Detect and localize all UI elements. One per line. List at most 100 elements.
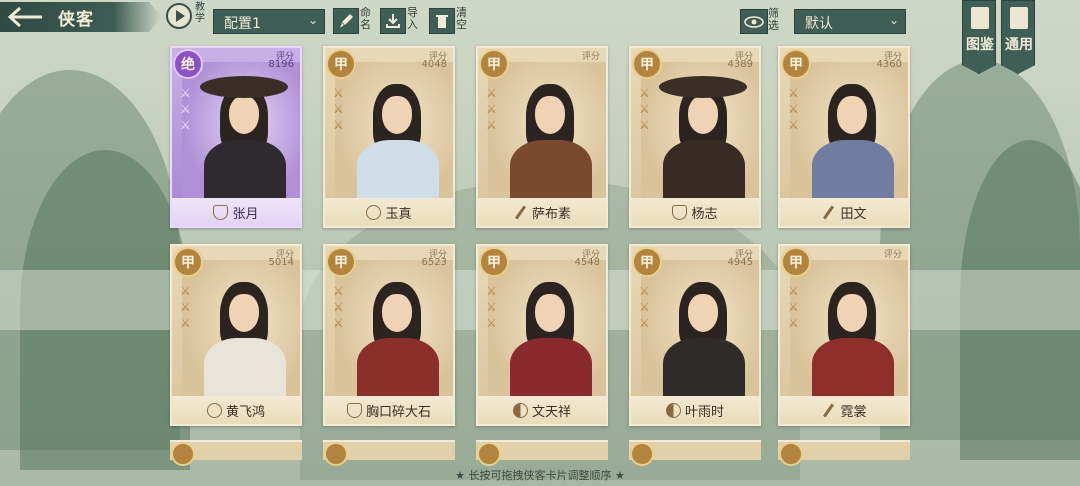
hero-name: 杨志 — [691, 206, 718, 222]
hero-card[interactable]: 甲 ⚔ ⚔ ⚔ 评分 霓裳 — [778, 244, 910, 426]
card-peek[interactable] — [323, 440, 455, 466]
rank-sword-icon: ⚔ — [180, 316, 191, 330]
tutorial-play-button[interactable] — [166, 3, 192, 29]
chevron-down-icon: ⌄ — [307, 13, 318, 27]
hero-card[interactable]: 甲 ⚔ ⚔ ⚔ 评分 4048 玉真 — [323, 46, 455, 228]
rank-sword-icon: ⚔ — [639, 102, 650, 116]
score-value: 4548 — [574, 257, 600, 268]
name-plate: 玉真 — [325, 198, 453, 226]
rank-sword-icon: ⚔ — [639, 118, 650, 132]
hero-name: 张月 — [232, 206, 259, 222]
shield-icon — [672, 204, 688, 220]
hero-name: 胸口碎大石 — [365, 404, 431, 420]
card-peek[interactable] — [629, 440, 761, 466]
card-peek[interactable] — [476, 440, 608, 466]
lotus-icon — [206, 402, 222, 418]
hero-name: 文天祥 — [531, 404, 571, 420]
filter-label: 筛选 — [768, 7, 779, 32]
grade-badge: 甲 — [479, 49, 509, 79]
hero-name: 玉真 — [385, 206, 412, 222]
hero-card[interactable]: 甲 ⚔ ⚔ ⚔ 评分 萨布素 — [476, 46, 608, 228]
portrait-robe — [510, 140, 592, 204]
rank-sword-icon: ⚔ — [486, 316, 497, 330]
score-value: 4389 — [727, 59, 753, 70]
hero-card[interactable]: 甲 ⚔ ⚔ ⚔ 评分 4360 田文 — [778, 46, 910, 228]
hero-portrait — [641, 62, 759, 204]
portrait-robe — [812, 338, 894, 402]
rank-sword-icon: ⚔ — [180, 284, 191, 298]
hero-portrait — [488, 62, 606, 204]
portrait-face — [688, 294, 718, 332]
rename-button[interactable] — [333, 8, 359, 34]
hero-card[interactable]: 甲 ⚔ ⚔ ⚔ 评分 5014 黄飞鸿 — [170, 244, 302, 426]
portrait-face — [535, 294, 565, 332]
grade-badge — [630, 442, 654, 466]
name-plate: 黄飞鸿 — [172, 396, 300, 424]
filter-button[interactable] — [740, 9, 768, 34]
grade-badge: 甲 — [781, 247, 811, 277]
hero-name: 霓裳 — [840, 404, 867, 420]
portrait-face — [535, 96, 565, 134]
back-button[interactable] — [6, 5, 46, 29]
rank-sword-icon: ⚔ — [333, 102, 344, 116]
yinyang-icon — [512, 402, 528, 418]
portrait-face — [688, 96, 718, 134]
portrait-hat — [659, 76, 747, 98]
grade-badge: 甲 — [479, 247, 509, 277]
card-peek[interactable] — [170, 440, 302, 466]
portrait-robe — [812, 140, 894, 204]
portrait-robe — [663, 140, 745, 204]
rank-sword-icon: ⚔ — [639, 316, 650, 330]
portrait-face — [837, 96, 867, 134]
grade-badge — [779, 442, 803, 466]
score-value: 8196 — [268, 59, 294, 70]
rank-sword-icon: ⚔ — [788, 284, 799, 298]
grade-badge: 甲 — [781, 49, 811, 79]
hero-card[interactable]: 甲 ⚔ ⚔ ⚔ 评分 4548 文天祥 — [476, 244, 608, 426]
hero-card[interactable]: 甲 ⚔ ⚔ ⚔ 评分 4389 杨志 — [629, 46, 761, 228]
rank-sword-icon: ⚔ — [639, 284, 650, 298]
rank-sword-icon: ⚔ — [486, 102, 497, 116]
rank-sword-icon: ⚔ — [180, 300, 191, 314]
hero-name: 田文 — [840, 206, 867, 222]
rank-sword-icon: ⚔ — [639, 86, 650, 100]
hero-portrait — [790, 62, 908, 204]
rank-icons: ⚔ ⚔ ⚔ — [784, 282, 804, 330]
config-dropdown[interactable]: 配置1 ⌄ — [213, 9, 325, 34]
import-button[interactable] — [380, 8, 406, 34]
hero-name: 叶雨时 — [684, 404, 724, 420]
top-bar: 侠客 教学 配置1 ⌄ 命名 导入 清空 筛选 默认 ⌄ 图鉴 通用 — [0, 0, 1080, 74]
tab-codex[interactable]: 图鉴 — [962, 0, 996, 74]
score-value: 6523 — [421, 257, 447, 268]
sort-dropdown[interactable]: 默认 ⌄ — [794, 9, 906, 34]
portrait-hat — [200, 76, 288, 98]
sword-icon — [821, 205, 836, 220]
drag-hint: ★ 长按可拖拽侠客卡片调整顺序 ★ — [455, 469, 625, 482]
hero-card[interactable]: 甲 ⚔ ⚔ ⚔ 评分 4945 叶雨时 — [629, 244, 761, 426]
sword-icon — [821, 403, 836, 418]
tab-general[interactable]: 通用 — [1001, 0, 1035, 74]
shield-icon — [213, 204, 229, 220]
rank-sword-icon: ⚔ — [486, 86, 497, 100]
card-peek[interactable] — [778, 440, 910, 466]
rank-sword-icon: ⚔ — [180, 102, 191, 116]
grade-badge: 甲 — [632, 247, 662, 277]
hero-card[interactable]: 绝 ⚔ ⚔ ⚔ 评分 8196 张月 — [170, 46, 302, 228]
rank-sword-icon: ⚔ — [486, 300, 497, 314]
rank-icons: ⚔ ⚔ ⚔ — [635, 84, 655, 132]
hero-portrait — [335, 62, 453, 204]
rank-sword-icon: ⚔ — [180, 118, 191, 132]
rank-sword-icon: ⚔ — [333, 118, 344, 132]
score-value: 4048 — [421, 59, 447, 70]
hero-portrait — [790, 260, 908, 402]
portrait-face — [382, 96, 412, 134]
portrait-robe — [663, 338, 745, 402]
clear-button[interactable] — [429, 8, 455, 34]
arrow-left-icon — [7, 6, 42, 28]
rank-icons: ⚔ ⚔ ⚔ — [176, 282, 196, 330]
hero-name: 黄飞鸿 — [225, 404, 265, 420]
rank-sword-icon: ⚔ — [788, 118, 799, 132]
hero-card[interactable]: 甲 ⚔ ⚔ ⚔ 评分 6523 胸口碎大石 — [323, 244, 455, 426]
rank-sword-icon: ⚔ — [333, 86, 344, 100]
grade-badge: 甲 — [326, 247, 356, 277]
